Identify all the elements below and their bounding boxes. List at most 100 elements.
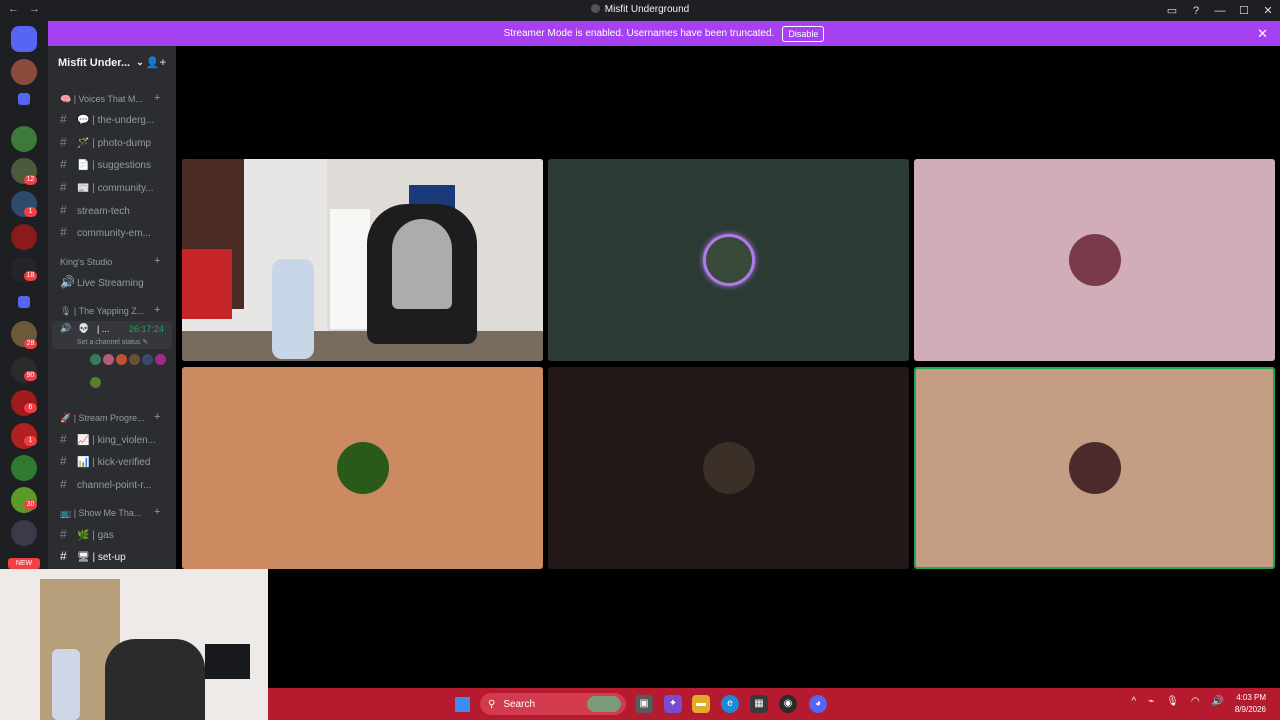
- category-kings-studio[interactable]: King's Studio +: [60, 255, 160, 267]
- windows-start-icon[interactable]: [455, 697, 470, 712]
- video-tile-camera[interactable]: [182, 159, 543, 361]
- copilot-icon[interactable]: ✦: [664, 695, 682, 713]
- server-icon[interactable]: [11, 126, 37, 152]
- window-title-text: Misfit Underground: [604, 4, 690, 15]
- video-tile-participant[interactable]: [548, 367, 909, 569]
- add-channel-icon[interactable]: +: [154, 411, 160, 423]
- wifi-icon[interactable]: ◠: [1191, 696, 1200, 707]
- folder-icon[interactable]: [18, 93, 30, 105]
- channel-item[interactable]: # 📄 | suggestions: [60, 157, 151, 171]
- avatar[interactable]: [116, 354, 127, 365]
- taskbar-search[interactable]: ⚲ Search: [480, 693, 626, 715]
- server-icon[interactable]: [11, 455, 37, 481]
- channel-label: community-em...: [77, 228, 151, 239]
- edge-icon[interactable]: e: [721, 695, 739, 713]
- voice-timer: 26:17:24: [128, 324, 164, 334]
- mention-badge: 18: [24, 271, 37, 281]
- hash-icon: #: [60, 527, 67, 541]
- obs-icon[interactable]: ◉: [779, 695, 797, 713]
- server-name: Misfit Under...: [58, 56, 131, 69]
- add-channel-icon[interactable]: +: [154, 304, 160, 316]
- server-icon[interactable]: [11, 59, 37, 85]
- discord-home-icon[interactable]: [11, 26, 37, 52]
- hash-icon: #: [60, 454, 67, 468]
- maximize-button[interactable]: ☐: [1232, 4, 1256, 17]
- server-icon[interactable]: [11, 520, 37, 546]
- gaming-chair-highlight: [392, 219, 452, 309]
- channel-label: 🪄 | photo-dump: [77, 138, 151, 149]
- avatar[interactable]: [90, 377, 101, 388]
- invite-icon[interactable]: 👤+: [146, 56, 166, 69]
- avatar[interactable]: [129, 354, 140, 365]
- webcam-overlay: [0, 569, 268, 720]
- avatar[interactable]: [90, 354, 101, 365]
- channel-label: 💬 | the-underg...: [77, 115, 155, 126]
- microphone-icon[interactable]: 🎙: [1166, 696, 1179, 707]
- camera-jar: [272, 259, 314, 359]
- close-icon[interactable]: ✕: [1257, 26, 1268, 42]
- channel-item[interactable]: # 🪄 | photo-dump: [60, 135, 151, 149]
- category-label: 🎙 | The Yapping Z...: [60, 306, 145, 316]
- channel-item[interactable]: # 💬 | the-underg...: [60, 112, 154, 126]
- avatar[interactable]: [103, 354, 114, 365]
- server-rail: 12 1 18 28 90 6 1 30 NEW: [0, 21, 48, 569]
- category-label: 📺 | Show Me Tha...: [60, 508, 142, 518]
- voice-channel-item[interactable]: 🔊 Live Streaming: [60, 275, 144, 289]
- disable-button[interactable]: Disable: [782, 25, 825, 42]
- app-icon: [590, 4, 600, 13]
- channel-item[interactable]: # 📈 | king_violen...: [60, 432, 156, 446]
- server-header[interactable]: Misfit Under... ⌄ 👤+: [48, 46, 176, 79]
- close-button[interactable]: ✕: [1256, 4, 1280, 17]
- store-icon[interactable]: ▦: [750, 695, 768, 713]
- minimize-button[interactable]: —: [1208, 5, 1232, 17]
- category-voices[interactable]: 🧠 | Voices That M... +: [60, 92, 160, 105]
- participant-avatar: [1068, 442, 1121, 494]
- channel-status[interactable]: Set a channel status ✎: [77, 338, 148, 346]
- category-label: King's Studio: [60, 257, 113, 267]
- discord-taskbar-icon[interactable]: ◕: [809, 695, 827, 713]
- server-icon[interactable]: [11, 224, 37, 250]
- network-icon[interactable]: ⌁: [1148, 696, 1154, 707]
- channel-item[interactable]: # 📊 | kick-verified: [60, 454, 150, 468]
- file-explorer-icon[interactable]: ▬: [692, 695, 710, 713]
- chevron-down-icon: ⌄: [136, 57, 144, 67]
- channel-label: stream-tech: [77, 206, 130, 217]
- camera-shorts: [182, 249, 232, 319]
- participant-avatar: [702, 234, 755, 286]
- mention-badge: 30: [24, 500, 37, 510]
- window-controls: ▭ ? — ☐ ✕: [1160, 0, 1280, 21]
- voice-user-row[interactable]: 🔊 💀 | ... 26:17:24 Set a channel status …: [52, 321, 172, 349]
- mention-badge: 1: [24, 436, 37, 446]
- hash-icon: #: [60, 112, 67, 126]
- add-channel-icon[interactable]: +: [154, 506, 160, 518]
- taskbar-clock[interactable]: 4:03 PM 8/9/2026: [1235, 692, 1266, 716]
- search-label: Search: [503, 698, 536, 710]
- category-label: 🚀 | Stream Progre...: [60, 413, 145, 423]
- channel-item[interactable]: # community-em...: [60, 225, 151, 239]
- channel-item[interactable]: # 🌿 | gas: [60, 527, 114, 541]
- volume-icon[interactable]: 🔊: [1212, 696, 1224, 707]
- title-bar: ← → Misfit Underground ▭ ? — ☐ ✕: [0, 0, 1280, 21]
- channel-item[interactable]: # channel-point-r...: [60, 477, 152, 491]
- avatar[interactable]: [155, 354, 166, 365]
- video-tile-participant[interactable]: [548, 159, 909, 361]
- add-channel-icon[interactable]: +: [154, 92, 160, 104]
- webcam-jar: [52, 649, 80, 720]
- video-tile-participant[interactable]: [914, 159, 1275, 361]
- add-channel-icon[interactable]: +: [154, 255, 160, 267]
- channel-item-active[interactable]: # 🖥 | set-up: [60, 549, 126, 563]
- chevron-up-icon[interactable]: ^: [1131, 696, 1136, 707]
- inbox-icon[interactable]: ▭: [1160, 4, 1184, 17]
- channel-label: Live Streaming: [77, 278, 144, 289]
- channel-item[interactable]: # 📰 | community...: [60, 180, 154, 194]
- folder-icon[interactable]: [18, 296, 30, 308]
- video-tile-participant[interactable]: [182, 367, 543, 569]
- video-tile-participant-speaking[interactable]: [914, 367, 1275, 569]
- help-icon[interactable]: ?: [1184, 5, 1208, 17]
- category-stream-progress[interactable]: 🚀 | Stream Progre... +: [60, 411, 160, 424]
- category-show-me[interactable]: 📺 | Show Me Tha... +: [60, 506, 160, 519]
- task-view-icon[interactable]: ▣: [635, 695, 653, 713]
- channel-item[interactable]: # stream-tech: [60, 203, 130, 217]
- category-yapping[interactable]: 🎙 | The Yapping Z... +: [60, 304, 160, 317]
- avatar[interactable]: [142, 354, 153, 365]
